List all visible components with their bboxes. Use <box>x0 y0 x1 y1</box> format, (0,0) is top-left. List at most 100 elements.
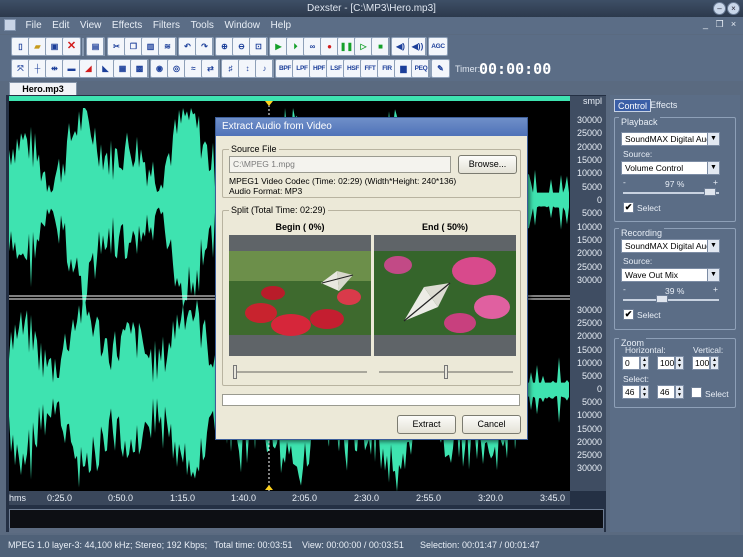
menu-effects[interactable]: Effects <box>108 17 146 34</box>
status-format: MPEG 1.0 layer-3: 44,100 kHz; Stereo; 19… <box>8 540 208 550</box>
playback-plus-label: + <box>713 177 718 187</box>
time-label: 2:30.0 <box>354 493 380 503</box>
scale-label: 15000 <box>576 344 602 355</box>
chevron-down-icon: ▼ <box>707 162 719 174</box>
zoom-select-check-label: Select <box>705 389 729 399</box>
source-path-input[interactable]: C:\MPEG 1.mpg <box>229 156 451 173</box>
app-window: Dexster - [C:\MP3\Hero.mp3] – × File Edi… <box>0 0 743 557</box>
zoom-h-max-spinner[interactable]: ▲ ▼ <box>675 356 684 370</box>
browse-button[interactable]: Browse... <box>458 155 517 174</box>
recording-source-label: Source: <box>623 256 653 266</box>
document-tab[interactable]: Hero.mp3 <box>9 82 77 96</box>
menu-file[interactable]: File <box>22 17 46 34</box>
scale-label: 25000 <box>576 449 602 460</box>
zoom-h-min-spinner[interactable]: ▲ ▼ <box>640 356 649 370</box>
recording-select-label: Select <box>637 310 661 320</box>
recording-group: Recording SoundMAX Digital Audio ▼ Sourc… <box>614 228 736 330</box>
tab-control[interactable]: Control <box>614 99 652 112</box>
scale-label: 0 <box>596 195 602 205</box>
end-preview <box>374 235 516 356</box>
close-file-icon[interactable]: ✕ <box>62 37 81 56</box>
recording-source-select[interactable]: Wave Out Mix ▼ <box>621 268 720 282</box>
menu-tools[interactable]: Tools <box>187 17 218 34</box>
scale-label: 25000 <box>576 128 602 139</box>
noise-reduction-icon[interactable]: ✎ <box>431 59 450 78</box>
zoom-h-max-input[interactable]: 100 <box>657 356 675 370</box>
mdi-minimize-icon[interactable]: _ <box>700 19 711 30</box>
zoom-h-min-input[interactable]: 0 <box>622 356 640 370</box>
title-bar: Dexster - [C:\MP3\Hero.mp3] <box>0 0 743 17</box>
timer-label: Timer: <box>455 64 481 74</box>
zoom-select-label: Select: <box>623 374 649 384</box>
end-frame-image <box>374 235 516 356</box>
main-toolbar: ▯ ▰ ▣ ✕ ▤ ✂ ❐ ▥ ≋ ↶ ↷ ⊕ ⊖ ⊡ ▶ ⏵ ∞ ● ❚❚ ▷… <box>0 35 743 59</box>
mdi-restore-icon[interactable]: ❐ <box>714 19 725 30</box>
extract-button[interactable]: Extract <box>397 415 456 434</box>
playback-select-checkbox[interactable]: ✔ <box>623 202 634 213</box>
effects-toolbar: ⤧ ┼ ⇹ ▬ ◢ ◣ ▦ ▩ ◉ ◎ ≈ ⇄ ♯ ↕ ♪ BPF LPF HP… <box>0 57 743 81</box>
timer-value: 00:00:00 <box>479 60 552 78</box>
cancel-button[interactable]: Cancel <box>462 415 521 434</box>
time-label: 3:45.0 <box>540 493 566 503</box>
playback-volume-slider[interactable] <box>704 188 717 196</box>
playback-device-select[interactable]: SoundMAX Digital Audio ▼ <box>621 132 720 146</box>
playback-device-value: SoundMAX Digital Audio <box>625 134 718 144</box>
scale-label: 25000 <box>576 261 602 272</box>
scale-label: 10000 <box>576 168 602 179</box>
menu-edit[interactable]: Edit <box>48 17 73 34</box>
zoom-select-a-spinner[interactable]: ▲ ▼ <box>640 385 649 399</box>
playback-title: Playback <box>619 117 660 127</box>
recording-volume-slider[interactable] <box>655 295 668 303</box>
playback-source-select[interactable]: Volume Control ▼ <box>621 161 720 175</box>
chevron-down-icon: ▼ <box>707 269 719 281</box>
zoom-v-input[interactable]: 100 <box>692 356 710 370</box>
dialog-title: Extract Audio from Video <box>216 118 527 136</box>
selection-bar <box>9 96 570 101</box>
horizontal-scrollbar[interactable] <box>9 528 604 533</box>
window-title: Dexster - [C:\MP3\Hero.mp3] <box>307 3 436 14</box>
agc-button[interactable]: AGC <box>428 37 448 56</box>
scale-label: 20000 <box>576 248 602 259</box>
mdi-close-icon[interactable]: × <box>728 19 739 30</box>
begin-slider[interactable] <box>233 365 237 379</box>
scale-label: 25000 <box>576 318 602 329</box>
scale-label: 5000 <box>581 208 602 219</box>
split-group: Split (Total Time: 02:29) Begin ( 0%) En… <box>222 205 521 386</box>
menu-view[interactable]: View <box>76 17 106 34</box>
status-bar: MPEG 1.0 layer-3: 44,100 kHz; Stereo; 19… <box>0 535 743 557</box>
zoom-select-b-input[interactable]: 46 <box>657 385 675 399</box>
time-label: 0:25.0 <box>47 493 73 503</box>
tab-effects[interactable]: Effects <box>647 99 680 112</box>
zoom-v-spinner[interactable]: ▲ ▼ <box>710 356 719 370</box>
end-slider[interactable] <box>444 365 448 379</box>
menu-help[interactable]: Help <box>267 17 296 34</box>
scale-label: 20000 <box>576 141 602 152</box>
time-label: 3:20.0 <box>478 493 504 503</box>
scale-label: 10000 <box>576 357 602 368</box>
menu-filters[interactable]: Filters <box>149 17 184 34</box>
codec-info: MPEG1 Video Codec (Time: 02:29) (Width*H… <box>229 176 457 186</box>
split-legend: Split (Total Time: 02:29) <box>229 205 328 215</box>
zoom-vertical-label: Vertical: <box>693 345 724 355</box>
recording-device-select[interactable]: SoundMAX Digital Audio ▼ <box>621 239 720 253</box>
doc-menu-icon[interactable] <box>4 19 16 31</box>
status-total-time: Total time: 00:03:51 <box>214 540 293 550</box>
recording-select-checkbox[interactable]: ✔ <box>623 309 634 320</box>
menu-bar: File Edit View Effects Filters Tools Win… <box>0 17 743 34</box>
recording-source-value: Wave Out Mix <box>625 270 679 280</box>
zoom-select-checkbox[interactable] <box>691 387 702 398</box>
scale-label: 30000 <box>576 463 602 473</box>
recording-minus-label: - <box>623 284 626 294</box>
playback-group: Playback SoundMAX Digital Audio ▼ Source… <box>614 117 736 222</box>
scale-label: 30000 <box>576 305 602 315</box>
zoom-select-b-spinner[interactable]: ▲ ▼ <box>675 385 684 399</box>
time-label: 2:55.0 <box>416 493 442 503</box>
menu-window[interactable]: Window <box>220 17 264 34</box>
minimize-icon[interactable]: – <box>713 2 726 15</box>
time-label: hms <box>9 493 27 503</box>
overview-strip[interactable] <box>9 509 604 529</box>
begin-frame-image <box>229 235 371 356</box>
zoom-select-a-input[interactable]: 46 <box>622 385 640 399</box>
close-icon[interactable]: × <box>727 2 740 15</box>
begin-track <box>233 371 367 373</box>
